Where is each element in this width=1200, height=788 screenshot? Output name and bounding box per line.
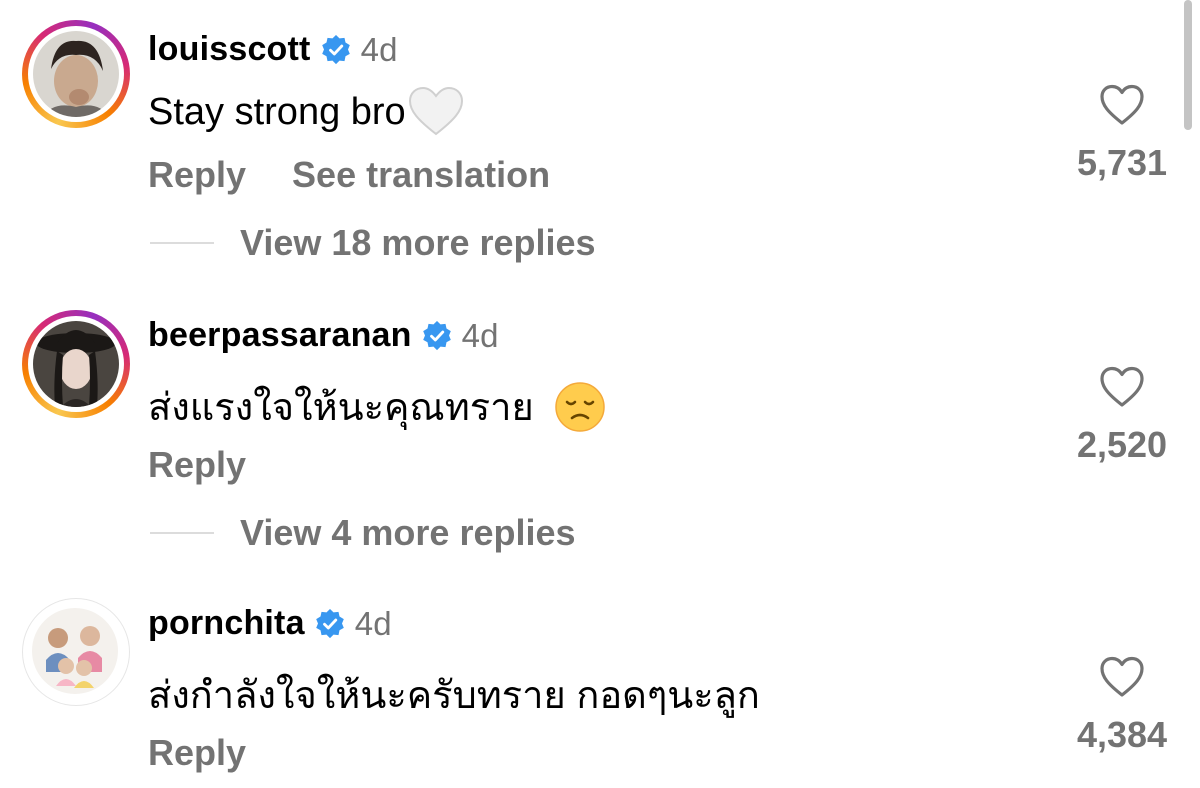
comment-time: 4d: [360, 30, 398, 68]
view-replies-label: View 4 more replies: [240, 512, 576, 553]
comment-text: Stay strong bro: [148, 90, 406, 133]
avatar-ring[interactable]: [22, 598, 130, 706]
heart-outline-icon[interactable]: [1099, 84, 1145, 126]
white-heart-emoji: [408, 86, 463, 136]
like-control: 4,384: [1052, 656, 1192, 756]
username[interactable]: beerpassaranan: [148, 316, 412, 355]
avatar: [33, 321, 119, 407]
comment-text: ส่งกำลังใจให้นะครับทราย กอดๆนะลูก: [148, 675, 760, 717]
scrollbar[interactable]: [1184, 0, 1192, 130]
reply-button[interactable]: Reply: [148, 154, 246, 196]
view-replies-label: View 18 more replies: [240, 222, 596, 263]
replies-divider: [150, 532, 214, 534]
like-control: 5,731: [1052, 84, 1192, 184]
verified-badge-icon: [321, 34, 350, 64]
like-count: 2,520: [1076, 424, 1168, 465]
heart-outline-icon[interactable]: [1099, 656, 1145, 698]
comment-time: 4d: [461, 316, 499, 354]
disappointed-face-emoji: [555, 381, 605, 432]
reply-button[interactable]: Reply: [148, 444, 246, 486]
like-count: 5,731: [1076, 142, 1168, 183]
replies-divider: [150, 242, 214, 244]
reply-button[interactable]: Reply: [148, 732, 246, 774]
avatar-story-ring[interactable]: [22, 20, 130, 128]
heart-outline-icon[interactable]: [1099, 366, 1145, 408]
verified-badge-icon: [315, 608, 344, 638]
comment-text: ส่งแรงใจให้นะคุณทราย: [148, 387, 534, 429]
username[interactable]: pornchita: [148, 604, 305, 643]
like-count: 4,384: [1076, 714, 1168, 755]
view-replies-button[interactable]: View 18 more replies: [150, 222, 596, 264]
username[interactable]: louisscott: [148, 30, 311, 69]
like-control: 2,520: [1052, 366, 1192, 466]
see-translation-button[interactable]: See translation: [292, 154, 550, 196]
avatar-story-ring[interactable]: [22, 310, 130, 418]
avatar: [33, 31, 119, 117]
comment-time: 4d: [354, 604, 392, 642]
view-replies-button[interactable]: View 4 more replies: [150, 512, 576, 554]
verified-badge-icon: [422, 320, 451, 350]
avatar: [32, 608, 118, 694]
